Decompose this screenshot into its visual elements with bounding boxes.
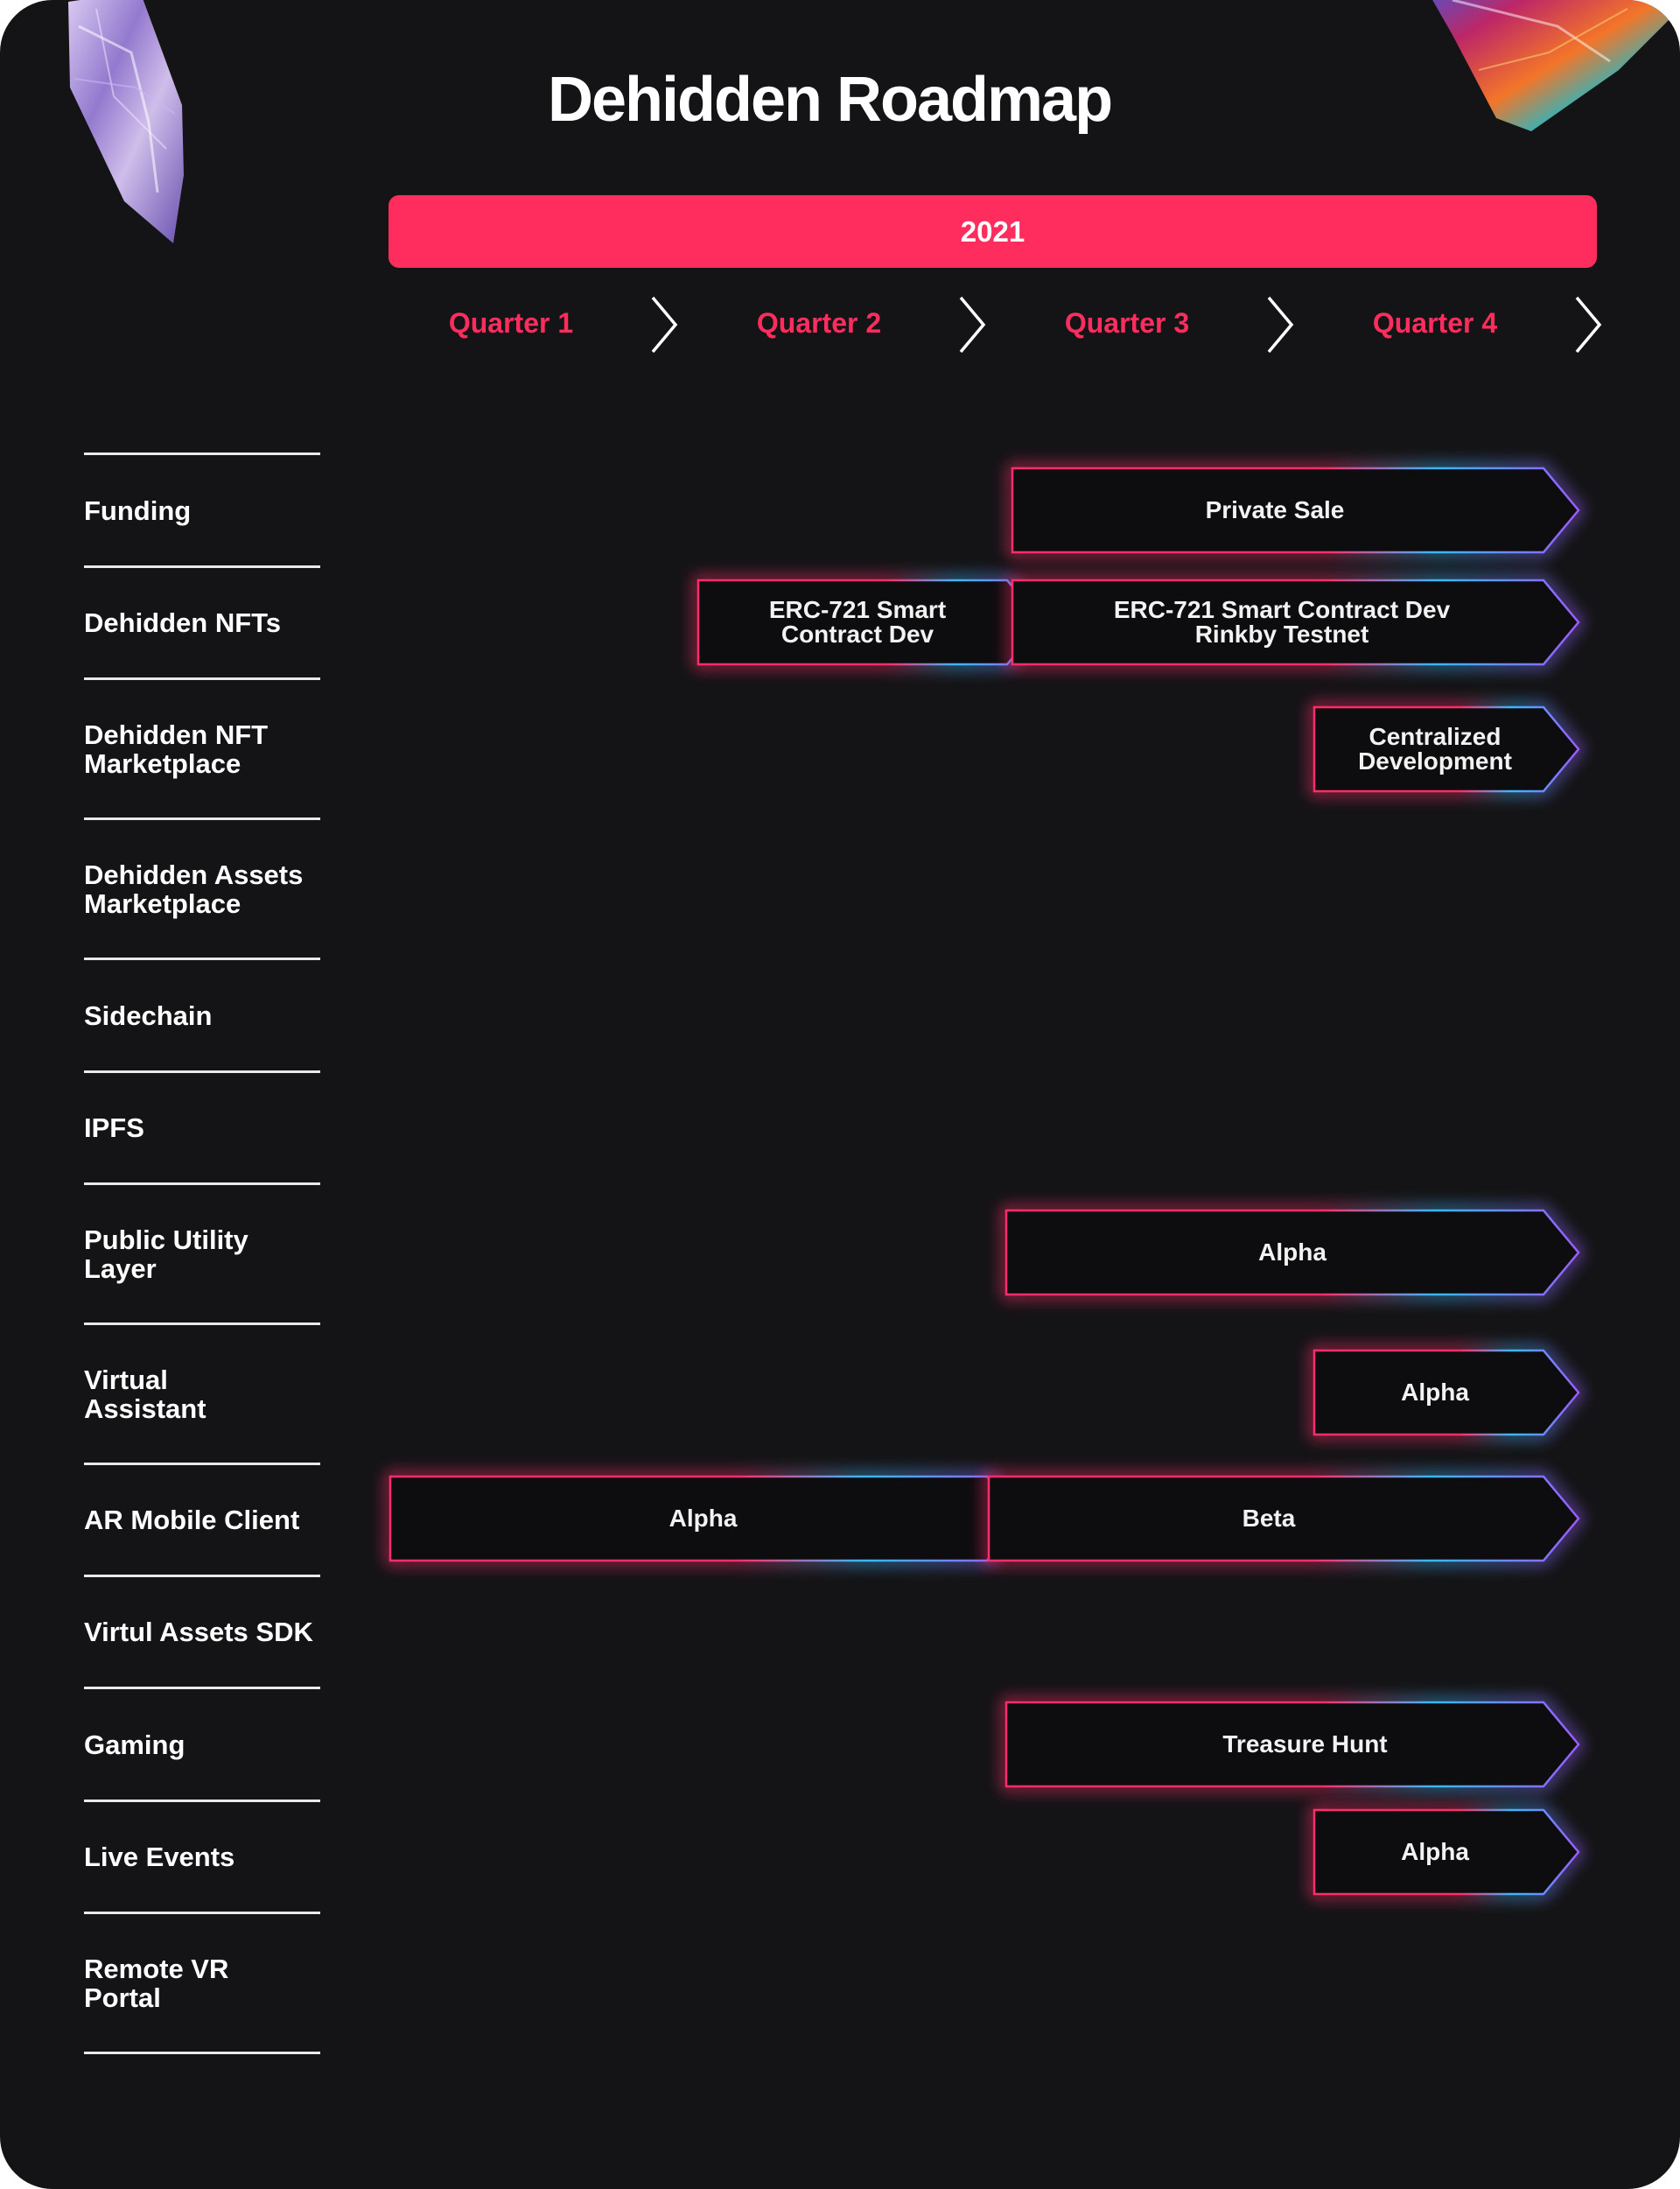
row-label-remote-vr-portal: Remote VR Portal — [84, 1953, 229, 2013]
chevron-right-icon — [959, 296, 986, 354]
row-label-assets-marketplace: Dehidden Assets Marketplace — [84, 859, 304, 919]
year-label: 2021 — [960, 214, 1026, 248]
row-label-virtul-assets-sdk: Virtul Assets SDK — [84, 1617, 313, 1647]
row-label-ipfs: IPFS — [84, 1112, 144, 1143]
milestone-label: Alpha — [1401, 1838, 1469, 1865]
chevron-right-icon — [1575, 296, 1602, 354]
crystal-shard-icon — [68, 0, 184, 243]
iridescent-gem-icon — [1432, 0, 1680, 131]
year-banner: 2021 — [388, 195, 1597, 268]
milestone-label: Treasure Hunt — [1222, 1730, 1388, 1758]
milestone-label: Beta — [1242, 1505, 1296, 1532]
milestone-label: Alpha — [1258, 1238, 1326, 1266]
quarter-3-label: Quarter 3 — [1064, 307, 1190, 339]
milestone-label: Private Sale — [1205, 496, 1345, 523]
row-label-virtual-assistant: Virtual Assistant — [84, 1364, 206, 1424]
quarter-1-label: Quarter 1 — [448, 307, 574, 339]
quarter-4-label: Quarter 4 — [1372, 307, 1498, 339]
milestone-label: Alpha — [668, 1505, 738, 1532]
row-divider — [84, 2052, 320, 2054]
milestone-label: ERC-721 Smart Contract Dev — [768, 596, 947, 648]
page-title: Dehidden Roadmap — [548, 65, 1113, 135]
chevron-right-icon — [651, 296, 678, 354]
row-label-nft-marketplace: Dehidden NFT Marketplace — [84, 719, 269, 779]
row-label-ar-mobile-client: AR Mobile Client — [84, 1505, 300, 1535]
quarter-2-label: Quarter 2 — [756, 307, 882, 339]
milestone-label: Alpha — [1401, 1379, 1469, 1406]
row-label-public-utility-layer: Public Utility Layer — [84, 1224, 248, 1284]
milestone-label: ERC-721 Smart Contract Dev Rinkby Testne… — [1113, 596, 1451, 648]
row-label-live-events: Live Events — [84, 1842, 235, 1872]
chevron-right-icon — [1267, 296, 1294, 354]
row-label-sidechain: Sidechain — [84, 1000, 213, 1031]
row-label-gaming: Gaming — [84, 1729, 186, 1760]
milestone-label: Centralized Development — [1358, 723, 1512, 775]
roadmap-canvas: Dehidden Roadmap 2021 Quarter 1 Quarter … — [0, 0, 1680, 2189]
row-label-dehidden-nfts: Dehidden NFTs — [84, 607, 282, 638]
row-label-funding: Funding — [84, 495, 192, 526]
